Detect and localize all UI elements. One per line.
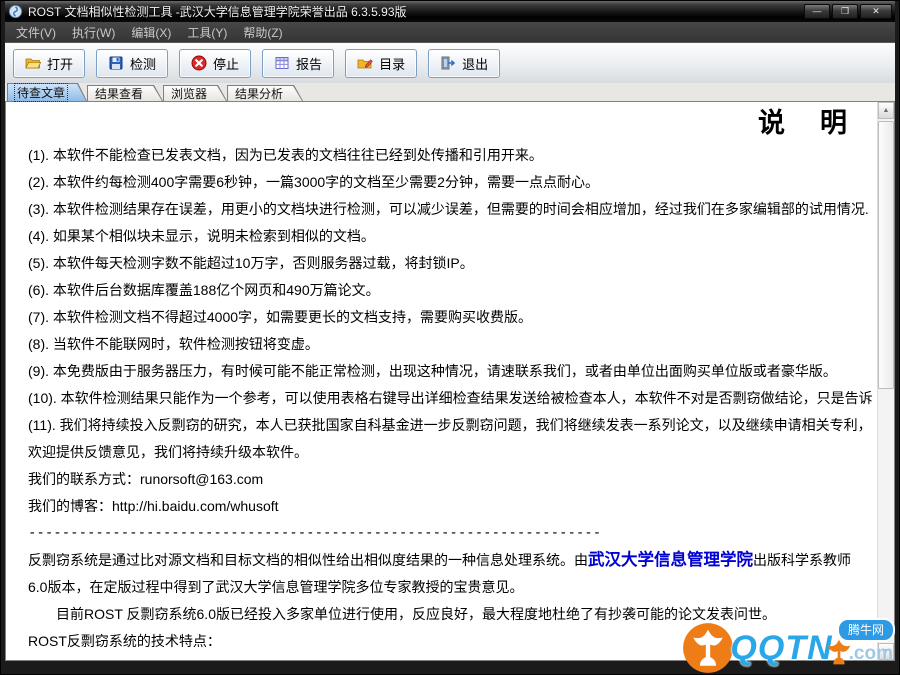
scroll-up-icon[interactable]: ▲ <box>878 102 894 119</box>
doc-heading: 说 明 <box>28 108 873 140</box>
doc-line: 6.0版本，在定版过程中得到了武汉大学信息管理学院多位专家教授的宝贵意见。 <box>28 574 873 601</box>
detect-button-label: 检测 <box>130 54 156 73</box>
doc-text: ROST反剽窃系统的技术特点： <box>28 633 221 649</box>
doc-line: (7). 本软件检测文档不得超过4000字，如需要更长的文档支持，需要购买收费版… <box>28 304 873 331</box>
doc-text: (4). 如果某个相似块未显示，说明未检索到相似的文档。 <box>28 228 375 244</box>
menu-item-edit[interactable]: 编辑(X) <box>124 22 178 43</box>
stop-button-label: 停止 <box>213 54 239 73</box>
doc-line: (4). 如果某个相似块未显示，说明未检索到相似的文档。 <box>28 223 873 250</box>
tab-result-analysis[interactable]: 结果分析 <box>227 85 303 101</box>
tab-label: 待查文章 <box>15 84 67 101</box>
doc-line: (2). 本软件约每检测400字需要6秒钟，一篇3000字的文档至少需要2分钟，… <box>28 169 873 196</box>
doc-text: (6). 本软件后台数据库覆盖188亿个网页和490万篇论文。 <box>28 282 380 298</box>
doc-line: (11). 我们将持续投入反剽窃的研究，本人已获批国家自科基金进一步反剽窃问题，… <box>28 412 873 439</box>
doc-text: (5). 本软件每天检测字数不能超过10万字，否则服务器过载，将封锁IP。 <box>28 255 474 271</box>
window-title: ROST 文档相似性检测工具 -武汉大学信息管理学院荣誉出品 6.3.5.93版 <box>28 3 799 20</box>
menu-item-run[interactable]: 执行(W) <box>65 22 122 43</box>
toolbar: 打开 检测 停止 报告 目录 退出 <box>5 43 895 83</box>
menu-item-file[interactable]: 文件(V) <box>9 22 63 43</box>
doc-line: 反剽窃系统是通过比对源文档和目标文档的相似性给出相似度结果的一种信息处理系统。由… <box>28 547 873 574</box>
doc-text: (3). 本软件检测结果存在误差，用更小的文档块进行检测，可以减少误差，但需要的… <box>28 201 869 217</box>
doc-link[interactable]: 武汉大学信息管理学院 <box>588 551 753 569</box>
doc-text: ----------------------------------------… <box>28 525 601 541</box>
report-button[interactable]: 报告 <box>262 49 334 78</box>
vertical-scrollbar[interactable]: ▲ ▼ <box>877 102 894 660</box>
watermark-site-text: QQTN <box>730 629 832 668</box>
doc-line: ----------------------------------------… <box>28 520 873 547</box>
directory-button[interactable]: 目录 <box>345 49 417 78</box>
watermark-badge: 腾牛网 <box>837 618 895 642</box>
doc-line: 我们的博客：http://hi.baidu.com/whusoft <box>28 493 873 520</box>
doc-text: (9). 本免费版由于服务器压力，有时候可能不能正常检测，出现这种情况，请速联系… <box>28 363 837 379</box>
minimize-button[interactable]: — <box>804 4 830 19</box>
scrollbar-thumb[interactable] <box>878 121 894 389</box>
doc-text: (10). 本软件检测结果只能作为一个参考，可以使用表格右键导出详细检查结果发送… <box>28 390 873 406</box>
tab-pending-article[interactable]: 待查文章 <box>7 83 87 101</box>
doc-line: (10). 本软件检测结果只能作为一个参考，可以使用表格右键导出详细检查结果发送… <box>28 385 873 412</box>
exit-door-icon <box>440 55 456 71</box>
qqtn-bull-logo-icon <box>682 622 734 674</box>
directory-folder-icon <box>357 55 373 71</box>
doc-line: (8). 当软件不能联网时，软件检测按钮将变虚。 <box>28 331 873 358</box>
open-button[interactable]: 打开 <box>13 49 85 78</box>
tab-browser[interactable]: 浏览器 <box>163 85 227 101</box>
tab-label: 浏览器 <box>171 85 207 102</box>
doc-line: (9). 本免费版由于服务器压力，有时候可能不能正常检测，出现这种情况，请速联系… <box>28 358 873 385</box>
doc-text: (2). 本软件约每检测400字需要6秒钟，一篇3000字的文档至少需要2分钟，… <box>28 174 599 190</box>
doc-line: (1). 本软件不能检查已发表文档，因为已发表的文档往往已经到处传播和引用开来。 <box>28 142 873 169</box>
stop-icon <box>191 55 207 71</box>
doc-line: 我们的联系方式：runorsoft@163.com <box>28 466 873 493</box>
doc-text: (8). 当软件不能联网时，软件检测按钮将变虚。 <box>28 336 319 352</box>
doc-text: (1). 本软件不能检查已发表文档，因为已发表的文档往往已经到处传播和引用开来。 <box>28 147 543 163</box>
tab-strip: 待查文章 结果查看 浏览器 结果分析 <box>5 83 895 101</box>
stop-button[interactable]: 停止 <box>179 49 251 78</box>
app-window: ROST 文档相似性检测工具 -武汉大学信息管理学院荣誉出品 6.3.5.93版… <box>0 0 900 675</box>
open-button-label: 打开 <box>47 54 73 73</box>
doc-text: 欢迎提供反馈意见，我们将持续升级本软件。 <box>28 444 308 460</box>
doc-text: (11). 我们将持续投入反剽窃的研究，本人已获批国家自科基金进一步反剽窃问题，… <box>28 417 872 433</box>
exit-button[interactable]: 退出 <box>428 49 500 78</box>
doc-text: 目前ROST 反剽窃系统6.0版已经投入多家单位进行使用，反应良好，最大程度地杜… <box>56 606 776 622</box>
doc-line: (5). 本软件每天检测字数不能超过10万字，否则服务器过载，将封锁IP。 <box>28 250 873 277</box>
doc-line: 欢迎提供反馈意见，我们将持续升级本软件。 <box>28 439 873 466</box>
report-button-label: 报告 <box>296 54 322 73</box>
doc-text: 出版科学系教师 <box>753 552 851 568</box>
doc-text: 反剽窃系统是通过比对源文档和目标文档的相似性给出相似度结果的一种信息处理系统。由 <box>28 552 588 568</box>
exit-button-label: 退出 <box>462 54 488 73</box>
detect-button[interactable]: 检测 <box>96 49 168 78</box>
doc-text: 我们的联系方式：runorsoft@163.com <box>28 471 263 487</box>
tab-result-view[interactable]: 结果查看 <box>87 85 163 101</box>
tab-label: 结果分析 <box>235 85 283 102</box>
doc-text: 6.0版本，在定版过程中得到了武汉大学信息管理学院多位专家教授的宝贵意见。 <box>28 579 523 595</box>
doc-lines: (1). 本软件不能检查已发表文档，因为已发表的文档往往已经到处传播和引用开来。… <box>28 142 873 660</box>
title-bar: ROST 文档相似性检测工具 -武汉大学信息管理学院荣誉出品 6.3.5.93版… <box>5 1 895 22</box>
directory-button-label: 目录 <box>379 54 405 73</box>
menu-item-tools[interactable]: 工具(Y) <box>180 22 234 43</box>
close-button[interactable]: ✕ <box>860 4 892 19</box>
content-area: 说 明 (1). 本软件不能检查已发表文档，因为已发表的文档往往已经到处传播和引… <box>5 101 895 661</box>
watermark: QQTN .com 腾牛网 <box>682 622 893 674</box>
save-disk-icon <box>108 55 124 71</box>
report-table-icon <box>274 55 290 71</box>
document-pane[interactable]: 说 明 (1). 本软件不能检查已发表文档，因为已发表的文档往往已经到处传播和引… <box>6 102 877 660</box>
menu-item-help[interactable]: 帮助(Z) <box>236 22 289 43</box>
doc-text: (7). 本软件检测文档不得超过4000字，如需要更长的文档支持，需要购买收费版… <box>28 309 532 325</box>
tab-label: 结果查看 <box>95 85 143 102</box>
doc-line: (3). 本软件检测结果存在误差，用更小的文档块进行检测，可以减少误差，但需要的… <box>28 196 873 223</box>
doc-text: 我们的博客：http://hi.baidu.com/whusoft <box>28 498 279 514</box>
doc-line: (6). 本软件后台数据库覆盖188亿个网页和490万篇论文。 <box>28 277 873 304</box>
watermark-domain-text: .com <box>849 643 893 665</box>
menu-bar: 文件(V)执行(W)编辑(X)工具(Y)帮助(Z) <box>5 22 895 43</box>
maximize-button[interactable]: ❐ <box>832 4 858 19</box>
app-icon <box>8 4 23 19</box>
open-folder-icon <box>25 55 41 71</box>
